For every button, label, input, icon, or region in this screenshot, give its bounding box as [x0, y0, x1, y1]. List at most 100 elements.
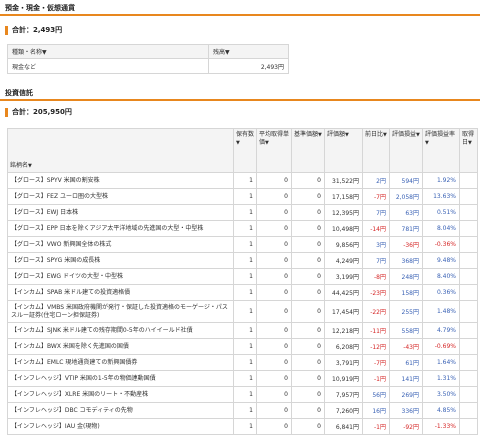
fund-section-title: 投資信託: [5, 89, 33, 97]
fund-name: 【インカム】EMLC 現地通貨建ての新興国債券: [7, 354, 234, 371]
table-row: 【グロース】EWG ドイツの大型・中型株 1 0 0 3,199円 -8円 248円 8.40…: [7, 268, 478, 285]
table-row: 【インフレヘッジ】DBC コモディティの先物 1 0 0 7,260円 16円 336円 4.…: [7, 402, 478, 419]
fund-qty: 1: [233, 402, 257, 419]
fund-pl: 368円: [389, 252, 423, 269]
fund-nav: 0: [291, 354, 325, 371]
fund-pl: 158円: [389, 284, 423, 301]
fund-table: 銘柄名▼ 保有数▼ 平均取得単価▼ 基準価額▼ 評価額▼ 前日比▼ 評価損益▼ 評価損益率▼ 取…: [7, 128, 478, 435]
fund-date: [459, 220, 478, 237]
fund-value: 17,454円: [324, 300, 363, 323]
sort-pl-rate-header[interactable]: 評価損益率 ▼: [422, 128, 460, 173]
column-label: 平均取得単価: [259, 131, 290, 146]
fund-name: 【インカム】VMBS 米国政府機関が発行・保証した投資適格のモーゲージ・パススル…: [7, 300, 234, 323]
sort-caret-icon: ▼: [236, 140, 240, 146]
sort-caret-icon: ▼: [318, 132, 322, 138]
table-row: 【インフレヘッジ】IAU 金(現物) 1 0 0 6,841円 -1円 -92円 -1.33%: [7, 418, 478, 435]
cash-total: 合計：2,493円: [5, 26, 62, 35]
fund-name: 【グロース】EPP 日本を除くアジア太平洋地域の先進国の大型・中型株: [7, 220, 234, 237]
sort-balance-header[interactable]: 残高▼: [208, 44, 289, 59]
fund-pl: -36円: [389, 236, 423, 253]
fund-name: 【グロース】FEZ ユーロ圏の大型株: [7, 188, 234, 205]
fund-pl-rate: 0.51%: [422, 204, 460, 221]
fund-nav: 0: [291, 386, 325, 403]
column-label: 基準価額: [294, 131, 319, 138]
sort-qty-header[interactable]: 保有数 ▼: [233, 128, 257, 173]
fund-value: 3,199円: [324, 268, 363, 285]
fund-date: [459, 284, 478, 301]
cash-section-header: 預金・現金・仮想通貨: [0, 3, 480, 16]
fund-date: [459, 370, 478, 387]
table-row: 【インカム】SPAB 米ドル建ての投資適格債 1 0 0 44,425円 -23円 158円…: [7, 284, 478, 301]
fund-rows: 【グロース】SPYV 米国の割安株 1 0 0 31,522円 2円 594円 1.92% 【グ…: [7, 172, 478, 435]
table-row: 【インカム】EMLC 現地通貨建ての新興国債券 1 0 0 3,791円 -7円 61円 1.…: [7, 354, 478, 371]
fund-nav: 0: [291, 418, 325, 435]
fund-qty: 1: [233, 236, 257, 253]
fund-avg-cost: 0: [256, 236, 292, 253]
fund-pl: 781円: [389, 220, 423, 237]
fund-avg-cost: 0: [256, 188, 292, 205]
fund-pl-rate: 1.48%: [422, 300, 460, 323]
sort-caret-icon: ▼: [425, 140, 429, 146]
fund-day-change: -1円: [362, 418, 390, 435]
fund-qty: 1: [233, 172, 257, 189]
fund-pl-rate: -0.69%: [422, 338, 460, 355]
fund-avg-cost: 0: [256, 300, 292, 323]
fund-nav: 0: [291, 370, 325, 387]
fund-pl-rate: 3.50%: [422, 386, 460, 403]
sort-avg-cost-header[interactable]: 平均取得単価▼: [256, 128, 292, 173]
fund-name: 【インフレヘッジ】XLRE 米国のリート・不動産株: [7, 386, 234, 403]
fund-pl-rate: 0.36%: [422, 284, 460, 301]
sort-pl-header[interactable]: 評価損益▼: [389, 128, 423, 173]
fund-name: 【インフレヘッジ】IAU 金(現物): [7, 418, 234, 435]
sort-nav-header[interactable]: 基準価額▼: [291, 128, 325, 173]
fund-name: 【インカム】BWX 米国を除く先進国の国債: [7, 338, 234, 355]
sort-value-header[interactable]: 評価額▼: [324, 128, 363, 173]
fund-value: 17,158円: [324, 188, 363, 205]
table-row: 【グロース】EWJ 日本株 1 0 0 12,395円 7円 63円 0.51%: [7, 204, 478, 221]
fund-avg-cost: 0: [256, 172, 292, 189]
fund-pl: 594円: [389, 172, 423, 189]
fund-value: 7,260円: [324, 402, 363, 419]
fund-nav: 0: [291, 402, 325, 419]
table-row: 【グロース】EPP 日本を除くアジア太平洋地域の先進国の大型・中型株 1 0 0 10,…: [7, 220, 478, 237]
sort-caret-icon: ▼: [383, 132, 387, 138]
fund-date: [459, 418, 478, 435]
fund-qty: 1: [233, 268, 257, 285]
cash-header-row: 種類・名称▼ 残高▼: [7, 44, 289, 59]
fund-qty: 1: [233, 418, 257, 435]
fund-pl: 61円: [389, 354, 423, 371]
fund-pl: 2,058円: [389, 188, 423, 205]
sort-caret-icon: ▼: [468, 140, 472, 146]
fund-name: 【グロース】VWO 新興国全体の株式: [7, 236, 234, 253]
fund-pl-rate: -0.36%: [422, 236, 460, 253]
fund-day-change: -7円: [362, 354, 390, 371]
table-row: 【グロース】VWO 新興国全体の株式 1 0 0 9,856円 3円 -36円 -0.36%: [7, 236, 478, 253]
sort-date-header[interactable]: 取得日▼: [459, 128, 478, 173]
fund-date: [459, 402, 478, 419]
sort-caret-icon: ▼: [345, 132, 349, 138]
fund-pl: -92円: [389, 418, 423, 435]
fund-name: 【インフレヘッジ】VTIP 米国の1-5年の物価連動国債: [7, 370, 234, 387]
fund-pl: 141円: [389, 370, 423, 387]
fund-date: [459, 338, 478, 355]
fund-qty: 1: [233, 204, 257, 221]
fund-date: [459, 322, 478, 339]
fund-date: [459, 300, 478, 323]
sort-fund-name-header[interactable]: 銘柄名▼: [7, 128, 234, 173]
fund-nav: 0: [291, 172, 325, 189]
fund-avg-cost: 0: [256, 338, 292, 355]
fund-pl-rate: 4.85%: [422, 402, 460, 419]
cash-table: 種類・名称▼ 残高▼ 現金など 2,493円: [7, 44, 289, 74]
fund-pl-rate: 8.04%: [422, 220, 460, 237]
column-label: 評価損益: [392, 131, 417, 138]
fund-nav: 0: [291, 220, 325, 237]
fund-pl: -43円: [389, 338, 423, 355]
fund-name: 【グロース】EWG ドイツの大型・中型株: [7, 268, 234, 285]
fund-nav: 0: [291, 236, 325, 253]
fund-day-change: -23円: [362, 284, 390, 301]
sort-name-header[interactable]: 種類・名称▼: [7, 44, 209, 59]
fund-pl-rate: 13.63%: [422, 188, 460, 205]
sort-day-change-header[interactable]: 前日比▼: [362, 128, 390, 173]
fund-nav: 0: [291, 322, 325, 339]
table-row: 【インカム】VMBS 米国政府機関が発行・保証した投資適格のモーゲージ・パススル…: [7, 300, 478, 323]
